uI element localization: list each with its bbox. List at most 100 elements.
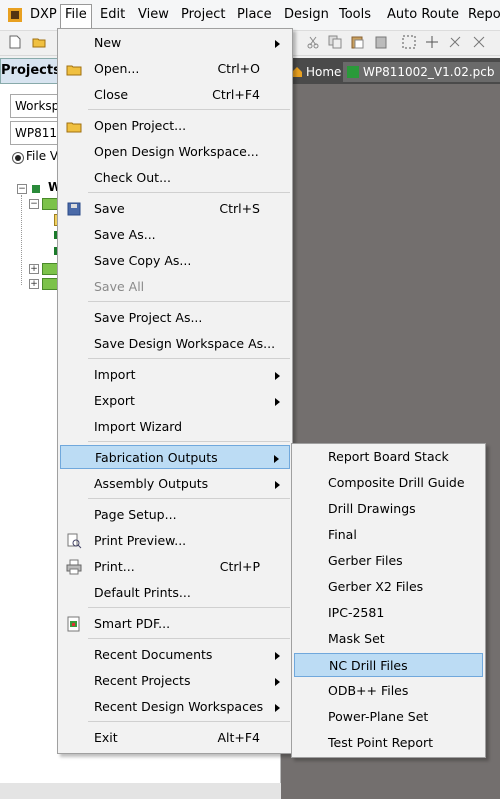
menu-item-label: Assembly Outputs [94, 476, 209, 491]
menu-item-save[interactable]: Save Ctrl+S [60, 197, 290, 221]
menu-item-print-preview[interactable]: Print Preview... [60, 529, 290, 553]
submenu-arrow-icon [275, 398, 280, 406]
submenu-item-gerber-files[interactable]: Gerber Files [294, 549, 483, 573]
menu-item-close[interactable]: Close Ctrl+F4 [60, 83, 290, 107]
paste-icon[interactable] [350, 35, 364, 49]
menu-item-import-wizard[interactable]: Import Wizard [60, 415, 290, 439]
menu-item-label: Save Copy As... [94, 253, 192, 268]
menu-item-default-prints[interactable]: Default Prints... [60, 581, 290, 605]
menu-reports[interactable]: Repo [464, 5, 500, 25]
smart-pdf-icon [67, 616, 80, 632]
file-menu: New Open... Ctrl+O Close Ctrl+F4 Open Pr… [57, 28, 293, 754]
deselect-icon[interactable] [448, 35, 462, 49]
panel-bottom-strip [0, 783, 281, 799]
submenu-item-composite-drill-guide[interactable]: Composite Drill Guide [294, 471, 483, 495]
menu-item-open-design-workspace[interactable]: Open Design Workspace... [60, 140, 290, 164]
menu-item-label: Recent Design Workspaces [94, 699, 264, 714]
menu-separator [88, 441, 290, 442]
menu-auto-route[interactable]: Auto Route [383, 5, 463, 25]
menu-project[interactable]: Project [177, 5, 229, 25]
menu-item-export[interactable]: Export [60, 389, 290, 413]
menu-item-label: Exit [94, 730, 118, 745]
home-tab[interactable]: Home [306, 62, 341, 82]
file-view-radio-label: File Vi [26, 149, 62, 163]
new-document-icon[interactable] [8, 35, 22, 49]
clear-filter-icon[interactable] [472, 35, 486, 49]
menu-item-recent-design-workspaces[interactable]: Recent Design Workspaces [60, 695, 290, 719]
menu-item-import[interactable]: Import [60, 363, 290, 387]
menu-item-save-project-as[interactable]: Save Project As... [60, 306, 290, 330]
projects-panel-tab[interactable]: Projects [0, 58, 61, 84]
submenu-item-report-board-stack[interactable]: Report Board Stack [294, 445, 483, 469]
submenu-item-power-plane-set[interactable]: Power-Plane Set [294, 705, 483, 729]
tree-expand-folder-icon[interactable]: + [29, 264, 39, 274]
menu-separator [88, 638, 290, 639]
submenu-item-ipc-2581[interactable]: IPC-2581 [294, 601, 483, 625]
menu-item-save-design-workspace-as[interactable]: Save Design Workspace As... [60, 332, 290, 356]
submenu-arrow-icon [275, 652, 280, 660]
menu-item-recent-projects[interactable]: Recent Projects [60, 669, 290, 693]
cut-icon[interactable] [306, 35, 320, 49]
submenu-item-label: Drill Drawings [328, 501, 416, 516]
menu-item-open-project[interactable]: Open Project... [60, 114, 290, 138]
menu-design[interactable]: Design [280, 5, 333, 25]
submenu-item-test-point-report[interactable]: Test Point Report [294, 731, 483, 755]
submenu-item-mask-set[interactable]: Mask Set [294, 627, 483, 651]
submenu-item-label: Gerber Files [328, 553, 403, 568]
menu-item-open[interactable]: Open... Ctrl+O [60, 57, 290, 81]
menu-separator [88, 192, 290, 193]
tree-collapse-root-icon[interactable]: − [17, 184, 27, 194]
menu-edit[interactable]: Edit [96, 5, 129, 25]
menu-item-label: Print Preview... [94, 533, 187, 548]
menu-item-save-copy-as[interactable]: Save Copy As... [60, 249, 290, 273]
submenu-arrow-icon [275, 678, 280, 686]
file-view-radio[interactable] [12, 152, 24, 164]
menu-item-save-as[interactable]: Save As... [60, 223, 290, 247]
move-icon[interactable] [425, 35, 439, 49]
rubber-stamp-icon[interactable] [374, 35, 388, 49]
tree-expand-folder-icon[interactable]: + [29, 279, 39, 289]
menu-item-label: Save Project As... [94, 310, 203, 325]
menu-item-label: Check Out... [94, 170, 172, 185]
menu-view[interactable]: View [134, 5, 173, 25]
menu-item-assembly-outputs[interactable]: Assembly Outputs [60, 472, 290, 496]
menu-tools[interactable]: Tools [335, 5, 375, 25]
menu-item-page-setup[interactable]: Page Setup... [60, 503, 290, 527]
menu-place[interactable]: Place [233, 5, 276, 25]
tree-collapse-folder-icon[interactable]: − [29, 199, 39, 209]
submenu-item-gerber-x2-files[interactable]: Gerber X2 Files [294, 575, 483, 599]
menu-separator [88, 721, 290, 722]
pcb-file-icon [347, 66, 359, 78]
menu-item-print[interactable]: Print... Ctrl+P [60, 555, 290, 579]
submenu-arrow-icon [275, 481, 280, 489]
submenu-item-nc-drill-files[interactable]: NC Drill Files [294, 653, 483, 677]
pcb-document-tab[interactable]: WP811002_V1.02.pcb [343, 62, 500, 82]
copy-icon[interactable] [328, 35, 342, 49]
menu-item-recent-documents[interactable]: Recent Documents [60, 643, 290, 667]
select-area-icon[interactable] [402, 35, 416, 49]
submenu-item-label: ODB++ Files [328, 683, 409, 698]
submenu-arrow-icon [274, 455, 279, 463]
fabrication-outputs-submenu: Report Board Stack Composite Drill Guide… [291, 443, 486, 758]
menu-item-new[interactable]: New [60, 31, 290, 55]
menu-item-shortcut: Ctrl+O [217, 61, 260, 76]
menu-item-check-out[interactable]: Check Out... [60, 166, 290, 190]
submenu-item-label: Mask Set [328, 631, 385, 646]
submenu-item-label: NC Drill Files [329, 658, 408, 673]
open-folder-icon[interactable] [32, 35, 46, 49]
menu-item-fabrication-outputs[interactable]: Fabrication Outputs [60, 445, 290, 469]
menu-dxp[interactable]: DXP [26, 5, 61, 25]
menu-item-shortcut: Ctrl+F4 [212, 87, 260, 102]
submenu-item-label: IPC-2581 [328, 605, 385, 620]
submenu-item-label: Power-Plane Set [328, 709, 429, 724]
open-folder-icon [66, 65, 82, 76]
submenu-item-label: Gerber X2 Files [328, 579, 424, 594]
menu-item-smart-pdf[interactable]: Smart PDF... [60, 612, 290, 636]
submenu-item-odb-files[interactable]: ODB++ Files [294, 679, 483, 703]
menu-file[interactable]: File [60, 4, 92, 29]
menu-item-exit[interactable]: Exit Alt+F4 [60, 726, 290, 750]
pcb-document-tab-label: WP811002_V1.02.pcb [363, 65, 495, 79]
menu-item-label: Print... [94, 559, 135, 574]
submenu-item-final[interactable]: Final [294, 523, 483, 547]
submenu-item-drill-drawings[interactable]: Drill Drawings [294, 497, 483, 521]
